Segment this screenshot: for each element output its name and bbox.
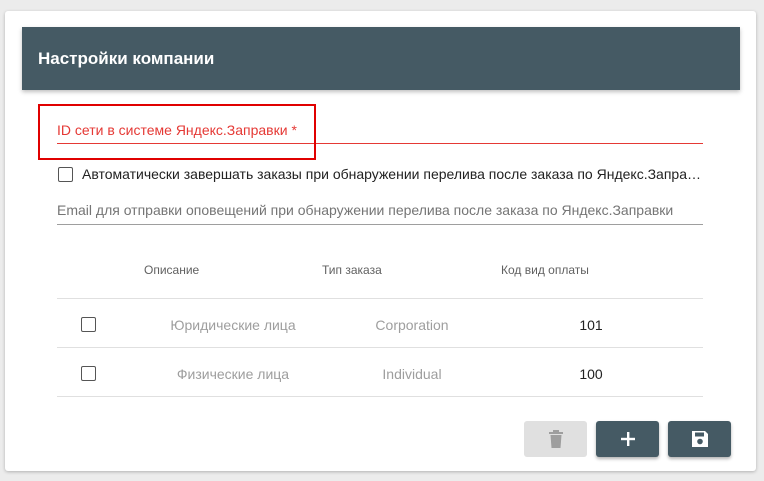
card-header: Настройки компании — [22, 27, 740, 90]
cell-payment-code: 101 — [579, 317, 603, 333]
highlight-box — [38, 104, 316, 160]
table-row: Физические лица Individual 100 — [57, 348, 703, 396]
add-button[interactable] — [596, 421, 659, 457]
email-input[interactable] — [57, 202, 703, 218]
auto-complete-option[interactable]: Автоматически завершать заказы при обнар… — [57, 166, 704, 184]
email-field[interactable] — [57, 195, 703, 225]
trash-icon — [548, 430, 563, 448]
floppy-disk-icon — [691, 431, 708, 447]
auto-complete-label: Автоматически завершать заказы при обнар… — [82, 166, 704, 182]
column-header-payment-code: Код вид оплаты — [501, 263, 589, 277]
cell-order-type: Individual — [382, 366, 442, 382]
save-button[interactable] — [668, 421, 731, 457]
row-checkbox[interactable] — [81, 317, 96, 332]
cell-payment-code: 100 — [579, 366, 603, 382]
cell-description: Юридические лица — [170, 317, 296, 333]
auto-complete-checkbox[interactable] — [58, 167, 73, 182]
delete-button[interactable] — [524, 421, 587, 457]
page-title: Настройки компании — [38, 49, 215, 68]
cell-description: Физические лица — [176, 366, 290, 382]
plus-icon — [620, 432, 635, 446]
column-header-description: Описание — [144, 263, 200, 277]
cell-order-type: Corporation — [375, 317, 449, 333]
row-checkbox[interactable] — [81, 366, 96, 381]
table-divider — [57, 396, 703, 397]
table-row: Юридические лица Corporation 101 — [57, 299, 703, 347]
column-header-order-type: Тип заказа — [322, 263, 382, 277]
